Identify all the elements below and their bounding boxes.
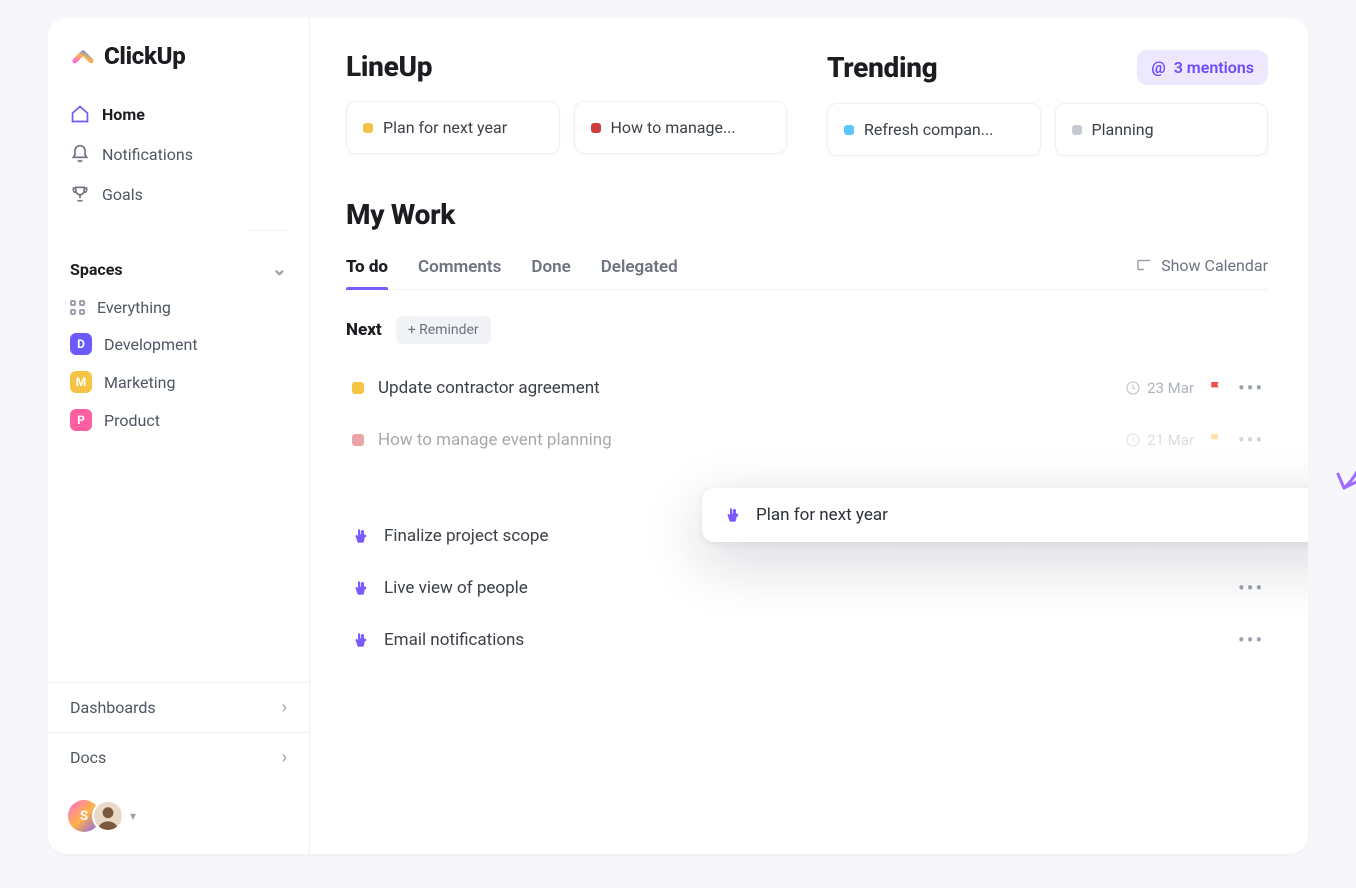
space-badge-icon: M bbox=[70, 371, 92, 393]
caret-down-icon: ▾ bbox=[130, 809, 136, 823]
add-reminder-button[interactable]: + Reminder bbox=[396, 316, 491, 344]
sidebar-bottom-label: Dashboards bbox=[70, 698, 156, 717]
card-label: Plan for next year bbox=[383, 118, 507, 137]
trending-title: Trending bbox=[827, 51, 937, 84]
user-menu[interactable]: S ▾ bbox=[48, 782, 309, 838]
task-title: Live view of people bbox=[384, 578, 1224, 598]
sidebar-nav-label: Home bbox=[102, 105, 145, 124]
sidebar-dashboards[interactable]: Dashboards › bbox=[48, 682, 309, 732]
sidebar: ClickUp Home Notifications Goals bbox=[48, 18, 310, 854]
sidebar-nav-notifications[interactable]: Notifications bbox=[48, 134, 309, 174]
clock-icon bbox=[1125, 380, 1141, 396]
pointing-hand-icon bbox=[352, 527, 370, 545]
grid-icon bbox=[70, 300, 85, 315]
status-dot-icon bbox=[1072, 125, 1082, 135]
pointing-hand-icon bbox=[724, 506, 742, 524]
sidebar-spaces-header[interactable]: Spaces ⌄ bbox=[48, 243, 309, 290]
tab-todo[interactable]: To do bbox=[346, 251, 388, 289]
task-title: Email notifications bbox=[384, 630, 1224, 650]
space-badge-icon: D bbox=[70, 333, 92, 355]
brand-logo-icon bbox=[70, 43, 96, 69]
status-square-icon bbox=[352, 434, 364, 446]
brand: ClickUp bbox=[48, 42, 309, 90]
show-calendar-button[interactable]: Show Calendar bbox=[1135, 256, 1268, 285]
flag-icon[interactable] bbox=[1208, 380, 1224, 396]
trending-card[interactable]: Planning bbox=[1055, 103, 1269, 156]
at-icon: @ bbox=[1151, 58, 1165, 77]
task-date: 21 Mar bbox=[1125, 431, 1194, 449]
card-label: Refresh compan... bbox=[864, 120, 993, 139]
tab-done[interactable]: Done bbox=[531, 251, 570, 289]
sidebar-nav-home[interactable]: Home bbox=[48, 94, 309, 134]
sidebar-nav-label: Goals bbox=[102, 185, 143, 204]
space-label: Marketing bbox=[104, 373, 175, 392]
card-label: How to manage... bbox=[611, 118, 736, 137]
task-row[interactable]: How to manage event planning 21 Mar ••• bbox=[346, 414, 1268, 466]
show-calendar-label: Show Calendar bbox=[1161, 256, 1268, 275]
task-more-button[interactable]: ••• bbox=[1238, 576, 1262, 600]
calendar-toggle-icon bbox=[1135, 256, 1153, 274]
task-more-button[interactable]: ••• bbox=[1238, 628, 1262, 652]
space-label: Product bbox=[104, 411, 160, 430]
home-icon bbox=[70, 104, 90, 124]
user-avatar-icon bbox=[92, 800, 124, 832]
tab-comments[interactable]: Comments bbox=[418, 251, 501, 289]
trophy-icon bbox=[70, 184, 90, 204]
task-more-button[interactable]: ••• bbox=[1238, 376, 1262, 400]
trending-card[interactable]: Refresh compan... bbox=[827, 103, 1041, 156]
pointing-hand-icon bbox=[352, 631, 370, 649]
task-more-button[interactable]: ••• bbox=[1238, 428, 1262, 452]
tab-delegated[interactable]: Delegated bbox=[601, 251, 678, 289]
chevron-down-icon: ⌄ bbox=[272, 259, 287, 280]
pointing-hand-icon bbox=[352, 579, 370, 597]
sidebar-nav-label: Notifications bbox=[102, 145, 193, 164]
sidebar-space-development[interactable]: D Development bbox=[48, 325, 309, 363]
task-row[interactable]: Update contractor agreement 23 Mar ••• bbox=[346, 362, 1268, 414]
chevron-right-icon: › bbox=[282, 697, 287, 718]
status-square-icon bbox=[352, 382, 364, 394]
mywork-title: My Work bbox=[346, 198, 1268, 231]
annotation-arrow-icon bbox=[1320, 402, 1356, 502]
task-row[interactable]: Email notifications ••• bbox=[346, 614, 1268, 666]
clock-icon bbox=[1125, 432, 1141, 448]
mentions-label: 3 mentions bbox=[1174, 58, 1254, 77]
brand-name: ClickUp bbox=[104, 42, 185, 70]
status-dot-icon bbox=[363, 123, 373, 133]
next-section-label: Next bbox=[346, 320, 382, 340]
sidebar-docs[interactable]: Docs › bbox=[48, 732, 309, 782]
task-title: Update contractor agreement bbox=[378, 378, 1111, 398]
task-row[interactable]: Live view of people ••• bbox=[346, 562, 1268, 614]
status-dot-icon bbox=[591, 123, 601, 133]
status-dot-icon bbox=[844, 125, 854, 135]
space-label: Everything bbox=[97, 298, 171, 317]
main-content: LineUp Plan for next year How to manage.… bbox=[310, 18, 1308, 854]
sidebar-bottom-label: Docs bbox=[70, 748, 106, 767]
task-hover-toolbar: Plan for next year bbox=[702, 488, 1308, 542]
card-label: Planning bbox=[1092, 120, 1154, 139]
space-badge-icon: P bbox=[70, 409, 92, 431]
space-label: Development bbox=[104, 335, 198, 354]
task-title: How to manage event planning bbox=[378, 430, 1111, 450]
sidebar-divider bbox=[247, 230, 287, 231]
spaces-header-label: Spaces bbox=[70, 260, 123, 279]
sidebar-space-everything[interactable]: Everything bbox=[48, 290, 309, 325]
sidebar-space-marketing[interactable]: M Marketing bbox=[48, 363, 309, 401]
lineup-card[interactable]: Plan for next year bbox=[346, 101, 560, 154]
flag-icon[interactable] bbox=[1208, 432, 1224, 448]
task-date: 23 Mar bbox=[1125, 379, 1194, 397]
chevron-right-icon: › bbox=[282, 747, 287, 768]
lineup-title: LineUp bbox=[346, 50, 432, 83]
mentions-button[interactable]: @ 3 mentions bbox=[1137, 50, 1268, 85]
sidebar-space-product[interactable]: P Product bbox=[48, 401, 309, 439]
popup-task-title: Plan for next year bbox=[756, 505, 1308, 525]
lineup-card[interactable]: How to manage... bbox=[574, 101, 788, 154]
bell-icon bbox=[70, 144, 90, 164]
sidebar-nav-goals[interactable]: Goals bbox=[48, 174, 309, 214]
